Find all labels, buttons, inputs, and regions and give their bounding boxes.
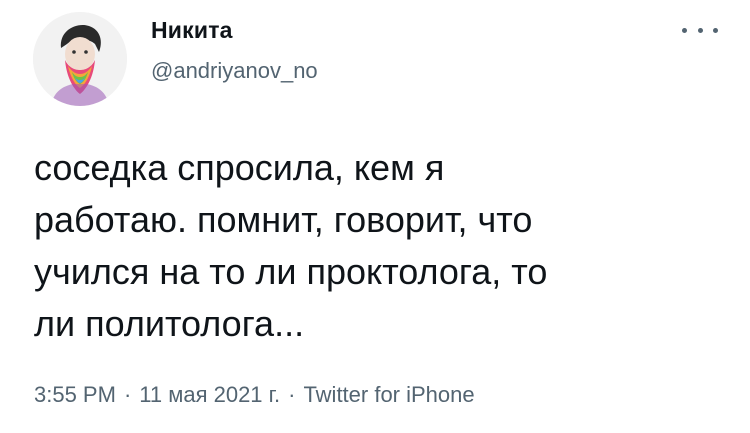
- more-dots-icon: [713, 27, 718, 33]
- tweet-text: соседка спросила, кем я работаю. помнит,…: [34, 147, 548, 344]
- more-options-button[interactable]: [682, 20, 718, 40]
- more-dots-icon: [682, 27, 687, 33]
- author-username[interactable]: @andriyanov_no: [151, 58, 318, 84]
- avatar[interactable]: [33, 12, 127, 106]
- tweet-card: Никита @andriyanov_no соседка спросила, …: [0, 0, 750, 433]
- tweet-time[interactable]: 3:55 PM: [34, 382, 116, 408]
- tweet-source[interactable]: Twitter for iPhone: [303, 382, 474, 408]
- tweet-metadata: 3:55 PM · 11 мая 2021 г. · Twitter for i…: [34, 382, 475, 408]
- tweet-date[interactable]: 11 мая 2021 г.: [139, 382, 280, 408]
- author-display-name[interactable]: Никита: [151, 17, 233, 44]
- more-dots-icon: [697, 27, 703, 33]
- bearded-man-avatar-icon: [33, 12, 127, 106]
- meta-separator: ·: [288, 382, 296, 407]
- meta-separator: ·: [123, 382, 132, 407]
